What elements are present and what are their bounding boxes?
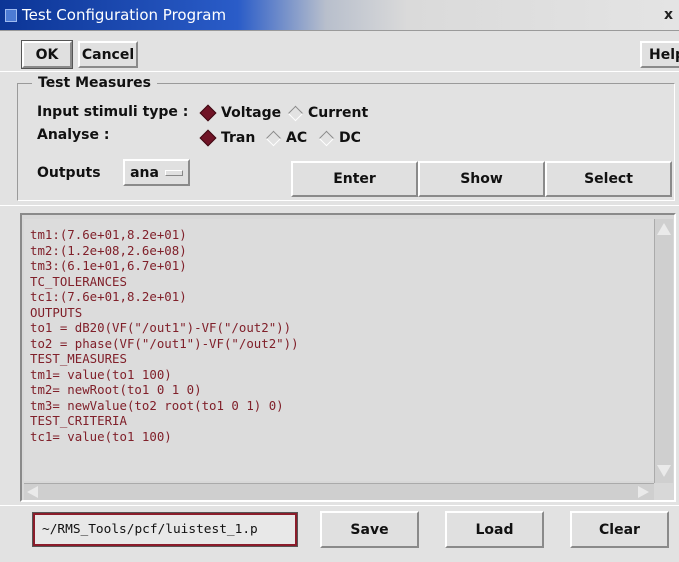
horizontal-scrollbar[interactable] (24, 483, 654, 500)
save-button[interactable]: Save (320, 511, 419, 548)
clear-button[interactable]: Clear (570, 511, 669, 548)
option-menu-indicator-icon (164, 169, 183, 176)
file-path-input[interactable]: ~/RMS_Tools/pcf/luistest_1.p (32, 512, 298, 547)
radio-unselected-icon (318, 130, 335, 146)
scroll-right-icon[interactable] (638, 486, 649, 498)
section-separator (0, 205, 679, 206)
window-title: Test Configuration Program (22, 6, 227, 24)
radio-unselected-icon (287, 105, 304, 121)
radio-selected-icon (199, 104, 217, 122)
scroll-up-icon[interactable] (657, 223, 671, 235)
toolbar-separator (0, 71, 679, 72)
radio-voltage-label: Voltage (221, 105, 282, 121)
vertical-scrollbar[interactable] (654, 219, 673, 483)
radio-tran[interactable]: Tran (199, 129, 256, 147)
window-menu-icon[interactable] (5, 9, 17, 22)
bottom-separator (0, 505, 679, 506)
outputs-label: Outputs (37, 165, 101, 181)
radio-current-label: Current (308, 105, 369, 121)
radio-ac[interactable]: AC (265, 129, 308, 147)
show-button[interactable]: Show (418, 161, 545, 197)
load-button[interactable]: Load (445, 511, 544, 548)
enter-button[interactable]: Enter (291, 161, 418, 197)
configuration-text: tm1:(7.6e+01,8.2e+01) tm2:(1.2e+08,2.6e+… (30, 227, 299, 444)
input-stimuli-label: Input stimuli type : (37, 104, 189, 120)
radio-voltage[interactable]: Voltage (199, 104, 282, 122)
radio-current[interactable]: Current (287, 104, 369, 122)
group-title: Test Measures (32, 74, 157, 92)
scroll-left-icon[interactable] (27, 486, 38, 498)
radio-ac-label: AC (286, 130, 308, 146)
radio-dc[interactable]: DC (318, 129, 361, 147)
radio-tran-label: Tran (221, 130, 256, 146)
close-icon[interactable]: x (664, 5, 679, 25)
radio-dc-label: DC (339, 130, 361, 146)
scroll-down-icon[interactable] (657, 465, 671, 477)
select-button[interactable]: Select (545, 161, 672, 197)
radio-unselected-icon (265, 130, 282, 146)
analyse-label: Analyse : (37, 127, 110, 143)
help-button[interactable]: Help (640, 41, 679, 68)
configuration-text-area[interactable]: tm1:(7.6e+01,8.2e+01) tm2:(1.2e+08,2.6e+… (24, 219, 654, 481)
outputs-option-menu[interactable]: ana (123, 159, 190, 186)
radio-selected-icon (199, 129, 217, 147)
cancel-button[interactable]: Cancel (78, 41, 138, 68)
ok-button[interactable]: OK (21, 40, 73, 69)
outputs-value: ana (130, 164, 159, 181)
